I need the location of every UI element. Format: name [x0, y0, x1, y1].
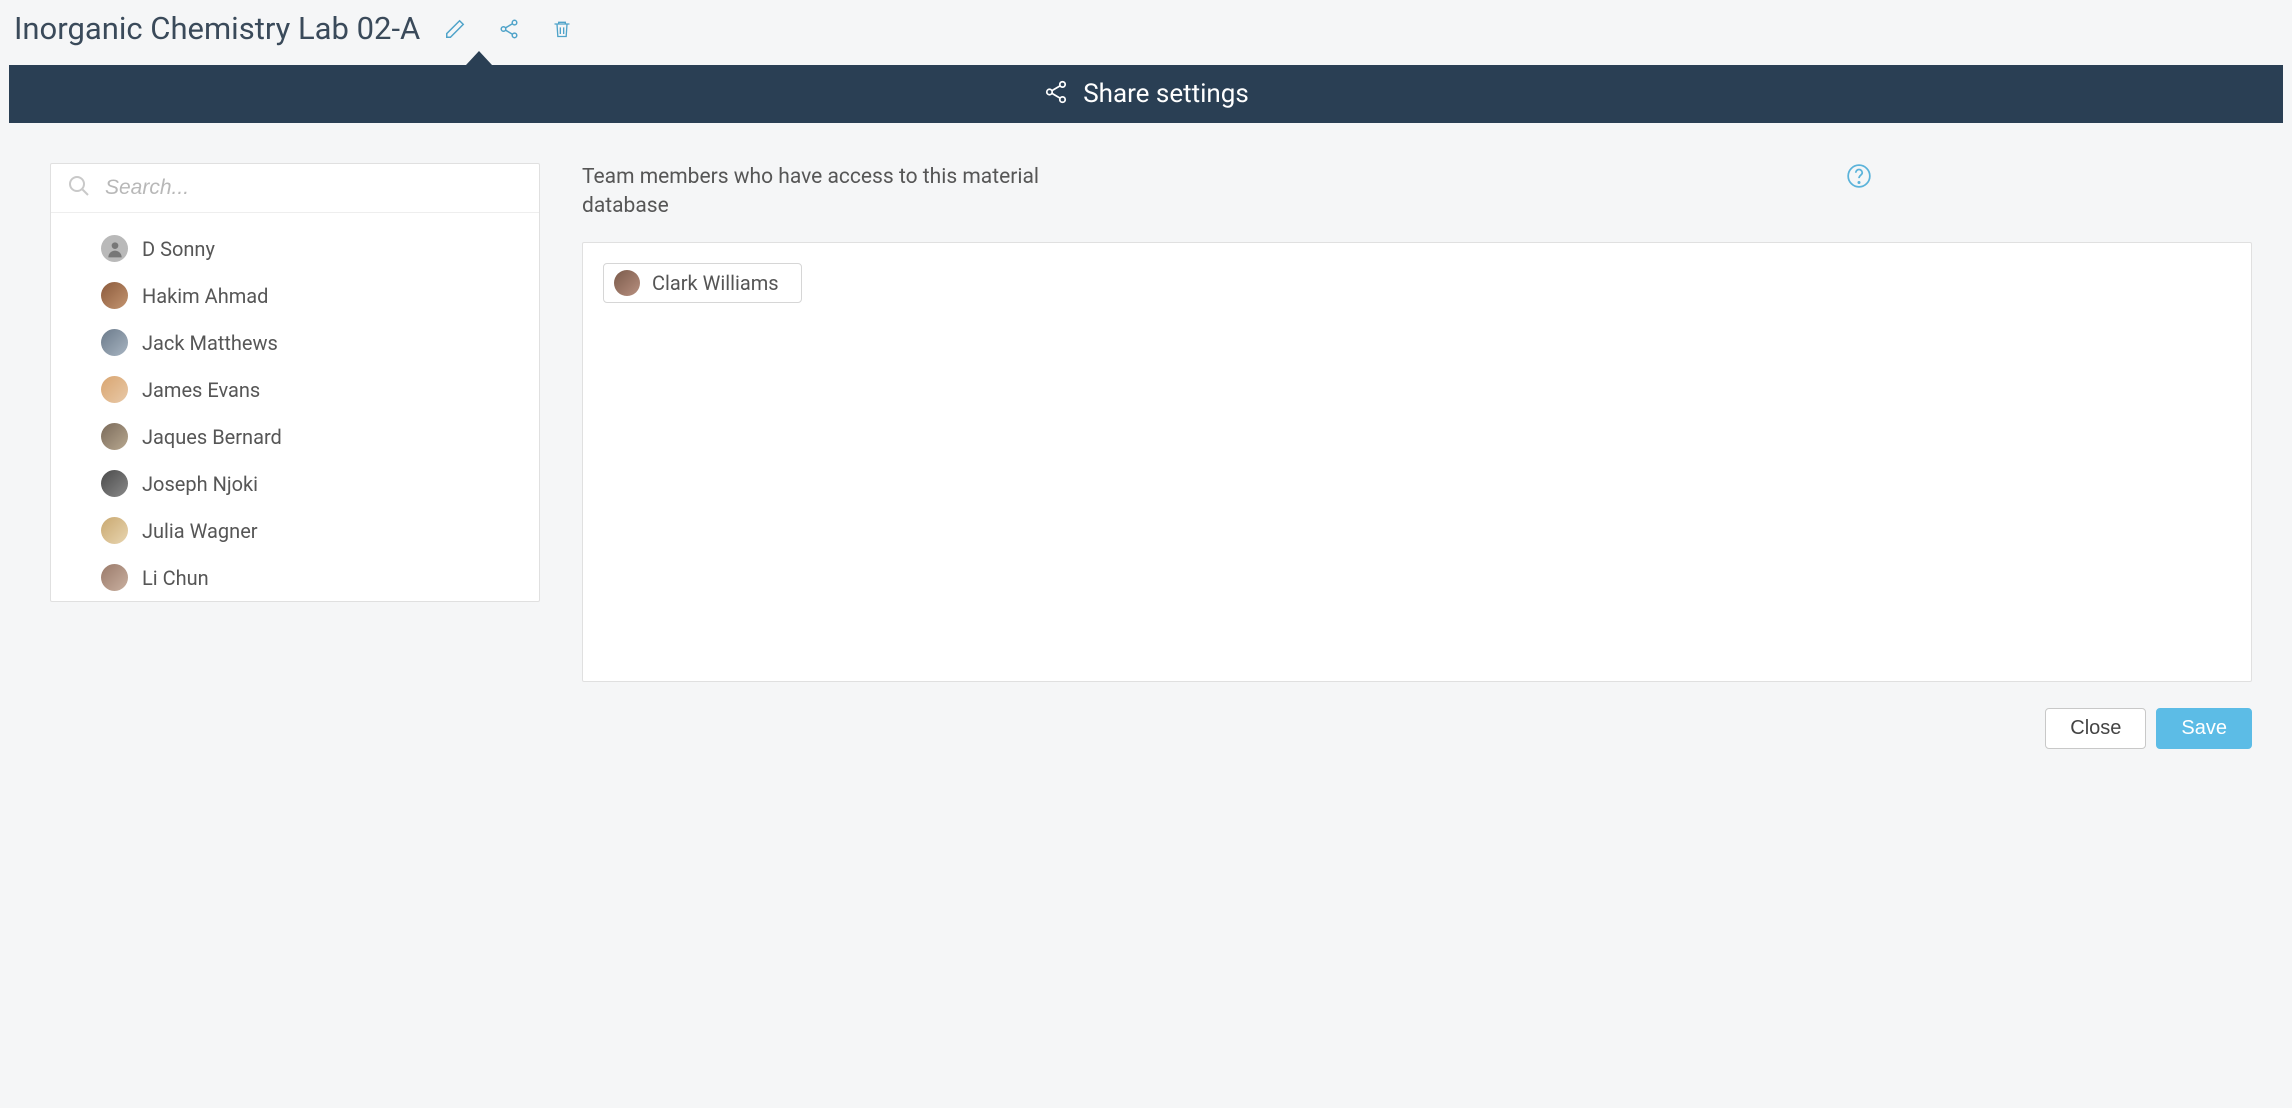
share-icon	[1043, 79, 1069, 109]
access-chip[interactable]: Clark Williams	[603, 263, 802, 303]
page-header: Inorganic Chemistry Lab 02-A	[0, 0, 2292, 65]
access-panel: Team members who have access to this mat…	[582, 163, 2252, 682]
avatar	[101, 282, 128, 309]
member-list[interactable]: D Sonny Hakim Ahmad Jack Matthews James Eva…	[51, 213, 539, 601]
member-name: Li Chun	[142, 566, 209, 590]
edit-icon[interactable]	[444, 18, 466, 40]
list-item[interactable]: Li Chun	[51, 554, 539, 601]
chip-name: Clark Williams	[652, 271, 779, 295]
list-item[interactable]: Hakim Ahmad	[51, 272, 539, 319]
page-title: Inorganic Chemistry Lab 02-A	[14, 10, 420, 47]
member-name: Hakim Ahmad	[142, 284, 268, 308]
list-item[interactable]: James Evans	[51, 366, 539, 413]
search-input[interactable]	[105, 176, 523, 200]
share-icon[interactable]	[498, 18, 520, 40]
list-item[interactable]: Jaques Bernard	[51, 413, 539, 460]
member-name: Joseph Njoki	[142, 472, 258, 496]
access-box: Clark Williams	[582, 242, 2252, 682]
access-header: Team members who have access to this mat…	[582, 163, 2252, 222]
delete-icon[interactable]	[552, 18, 572, 40]
members-panel: D Sonny Hakim Ahmad Jack Matthews James Eva…	[50, 163, 540, 602]
panel-header: Share settings	[9, 65, 2283, 123]
content: D Sonny Hakim Ahmad Jack Matthews James Eva…	[0, 123, 2292, 692]
avatar	[614, 270, 640, 296]
member-name: Jack Matthews	[142, 331, 278, 355]
avatar	[101, 329, 128, 356]
avatar	[101, 423, 128, 450]
avatar	[101, 517, 128, 544]
panel-title: Share settings	[1083, 79, 1249, 109]
member-name: James Evans	[142, 378, 260, 402]
footer: Close Save	[0, 692, 2292, 779]
member-name: Julia Wagner	[142, 519, 258, 543]
close-button[interactable]: Close	[2045, 708, 2146, 749]
list-item[interactable]: D Sonny	[51, 225, 539, 272]
member-name: D Sonny	[142, 237, 215, 261]
member-name: Jaques Bernard	[142, 425, 282, 449]
search-icon	[67, 174, 91, 202]
avatar	[101, 470, 128, 497]
avatar	[101, 564, 128, 591]
panel-pointer	[466, 51, 492, 65]
header-actions	[444, 18, 572, 40]
search-wrap	[51, 164, 539, 213]
list-item[interactable]: Jack Matthews	[51, 319, 539, 366]
avatar	[101, 376, 128, 403]
access-label: Team members who have access to this mat…	[582, 163, 1042, 222]
help-icon[interactable]	[1846, 163, 1872, 193]
list-item[interactable]: Joseph Njoki	[51, 460, 539, 507]
avatar	[101, 235, 128, 262]
save-button[interactable]: Save	[2156, 708, 2252, 749]
list-item[interactable]: Julia Wagner	[51, 507, 539, 554]
